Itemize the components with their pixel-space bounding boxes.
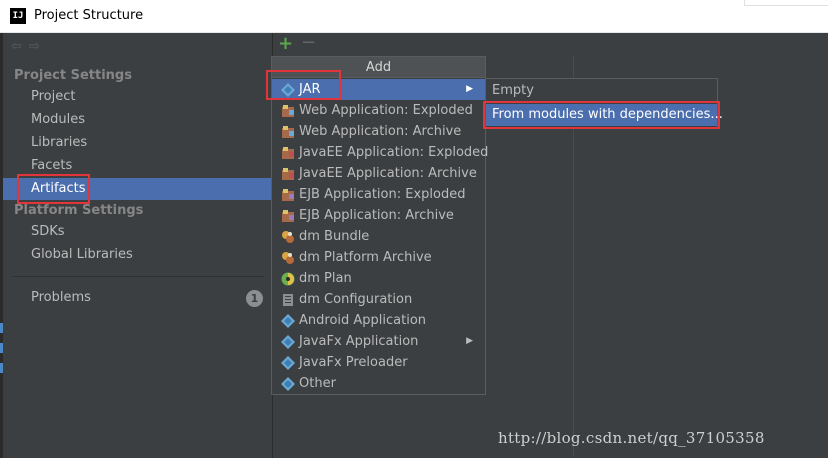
menu-item-dm-platform-archive[interactable]: dm Platform Archive (272, 247, 485, 268)
menu-item-web-exploded[interactable]: Web Application: Exploded (272, 100, 485, 121)
back-arrow-icon[interactable]: ⇦ (11, 39, 29, 54)
sidebar-item-project[interactable]: Project (31, 89, 75, 104)
forward-arrow-icon[interactable]: ⇨ (29, 39, 47, 54)
menu-item-label: JavaFx Application (299, 334, 419, 349)
menu-item-javafx-application[interactable]: JavaFx Application ▶ (272, 331, 485, 352)
menu-item-other[interactable]: Other (272, 373, 485, 394)
problems-count-badge: 1 (246, 290, 263, 307)
submenu-arrow-icon: ▶ (466, 336, 473, 346)
sidebar-item-global-libraries[interactable]: Global Libraries (31, 247, 133, 262)
remove-artifact-button[interactable]: − (301, 32, 316, 53)
project-structure-sidebar: ⇦ ⇨ Project Settings Project Modules Libr… (3, 33, 272, 458)
sidebar-separator (12, 276, 264, 277)
nav-arrows: ⇦ ⇨ (11, 39, 47, 54)
sidebar-item-facets[interactable]: Facets (31, 158, 72, 173)
menu-item-web-archive[interactable]: Web Application: Archive (272, 121, 485, 142)
submenu-item-empty[interactable]: Empty (486, 80, 717, 102)
javafx-diamond-icon (281, 356, 295, 370)
menu-item-label: Android Application (299, 313, 427, 328)
menu-item-label: dm Bundle (299, 229, 370, 244)
menu-item-ejb-archive[interactable]: EJB Application: Archive (272, 205, 485, 226)
window-title: Project Structure (34, 8, 144, 23)
platform-settings-heading: Platform Settings (14, 203, 144, 218)
menu-item-label: dm Plan (299, 271, 352, 286)
other-diamond-icon (281, 377, 295, 391)
ejb-app-icon (282, 189, 294, 201)
dm-config-icon (283, 294, 293, 306)
menu-item-label: Web Application: Exploded (299, 103, 473, 118)
menu-item-dm-bundle[interactable]: dm Bundle (272, 226, 485, 247)
dm-platform-icon (282, 252, 294, 264)
dm-bundle-icon (282, 231, 294, 243)
from-modules-highlight-box (483, 101, 720, 129)
intellij-app-icon: IJ (10, 8, 26, 24)
menu-item-label: dm Configuration (299, 292, 413, 307)
menu-item-javaee-exploded[interactable]: JavaEE Application: Exploded (272, 142, 489, 163)
javafx-diamond-icon (281, 335, 295, 349)
ejb-app-icon (282, 210, 294, 222)
javaee-app-icon (282, 147, 294, 159)
add-artifact-menu: Add JAR ▶ Web Application: Exploded Web … (271, 56, 489, 395)
javaee-app-icon (282, 168, 294, 180)
menu-item-label: JavaFx Preloader (299, 355, 408, 370)
menu-item-label: Other (299, 376, 336, 391)
android-diamond-icon (281, 314, 295, 328)
window-controls-edge (744, 0, 828, 6)
web-app-icon (282, 105, 294, 117)
sidebar-item-problems[interactable]: Problems (31, 290, 91, 305)
menu-item-dm-plan[interactable]: dm Plan (272, 268, 485, 289)
submenu-arrow-icon: ▶ (466, 84, 473, 94)
add-artifact-button[interactable]: + (278, 33, 293, 54)
menu-item-ejb-exploded[interactable]: EJB Application: Exploded (272, 184, 485, 205)
watermark-text: http://blog.csdn.net/qq_37105358 (498, 429, 765, 447)
menu-item-label: JavaEE Application: Exploded (299, 145, 489, 160)
window-titlebar: IJ Project Structure (0, 0, 828, 33)
jar-highlight-box (266, 70, 341, 100)
menu-item-label: Web Application: Archive (299, 124, 462, 139)
artifacts-highlight-box (17, 174, 90, 204)
menu-item-javafx-preloader[interactable]: JavaFx Preloader (272, 352, 485, 373)
menu-item-label: dm Platform Archive (299, 250, 432, 265)
menu-item-android-application[interactable]: Android Application (272, 310, 485, 331)
sidebar-item-modules[interactable]: Modules (31, 112, 85, 127)
menu-item-label: JavaEE Application: Archive (299, 166, 477, 181)
dm-plan-icon (281, 272, 295, 286)
sidebar-item-sdks[interactable]: SDKs (31, 224, 65, 239)
project-settings-heading: Project Settings (14, 68, 132, 83)
sidebar-item-libraries[interactable]: Libraries (31, 135, 87, 150)
web-app-icon (282, 126, 294, 138)
menu-item-dm-configuration[interactable]: dm Configuration (272, 289, 485, 310)
menu-item-label: EJB Application: Archive (299, 208, 454, 223)
menu-item-label: EJB Application: Exploded (299, 187, 466, 202)
menu-item-javaee-archive[interactable]: JavaEE Application: Archive (272, 163, 485, 184)
